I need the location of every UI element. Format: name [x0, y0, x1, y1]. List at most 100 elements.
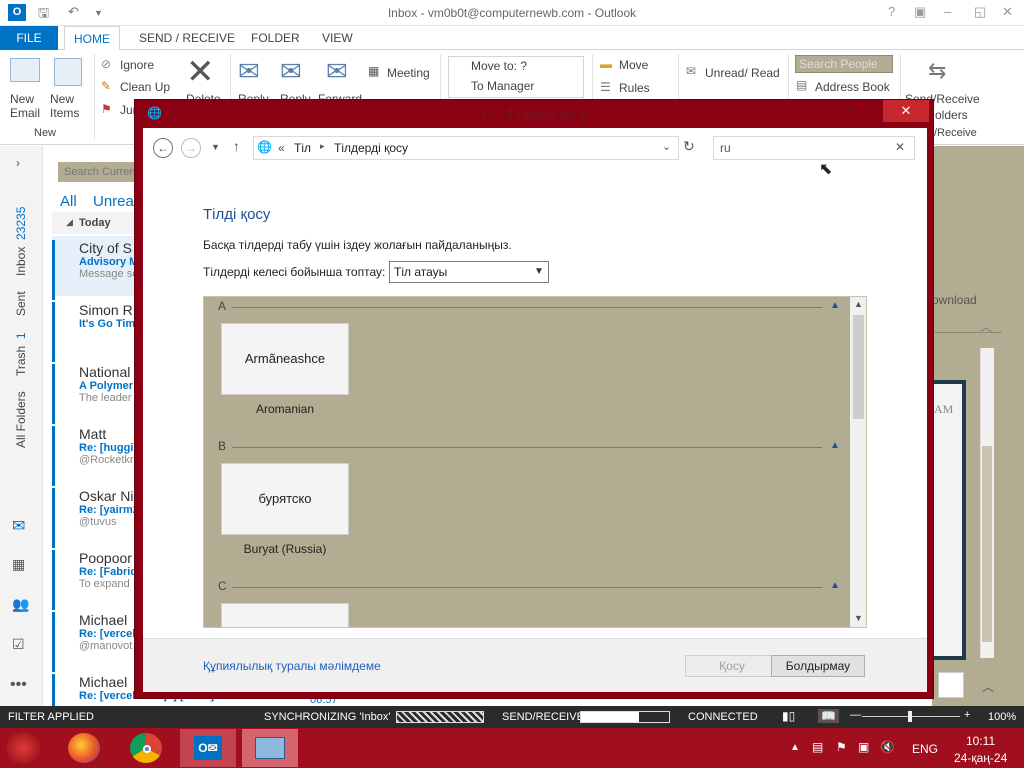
settings-task-button[interactable]	[242, 729, 298, 767]
zoom-slider-thumb[interactable]	[908, 711, 912, 722]
tab-send-receive[interactable]: SEND / RECEIVE	[130, 26, 244, 50]
collapse-group-icon[interactable]: ◢	[66, 217, 73, 228]
add-button[interactable]: Қосу	[685, 655, 779, 677]
dialog-body: ← → ▼ ↑ 🌐 « Тіл ▸ Тілдерді қосу ⌄ ↻ ru ✕…	[143, 128, 927, 692]
firefox-icon[interactable]	[68, 733, 100, 763]
reply-icon[interactable]: ✉	[238, 56, 260, 87]
up-button[interactable]: ↑	[233, 138, 240, 154]
back-button[interactable]: ←	[153, 138, 173, 158]
breadcrumb-item-add-languages[interactable]: Тілдерді қосу	[334, 141, 408, 155]
clean-up-button[interactable]: Clean Up	[120, 80, 170, 94]
outlook-titlebar: O 🖫 ↶ ▼ Inbox - vm0b0t@computernewb.com …	[0, 0, 1024, 26]
breadcrumb-item-language[interactable]: Тіл	[294, 141, 311, 155]
reading-view-icon[interactable]: 📖	[818, 709, 839, 723]
delete-icon[interactable]: ✕	[186, 52, 215, 92]
zoom-in-icon[interactable]: +	[964, 709, 970, 721]
zoom-out-icon[interactable]: —	[850, 709, 861, 721]
scroll-thumb[interactable]	[853, 315, 864, 419]
maximize-icon[interactable]: ◱	[974, 4, 986, 20]
send-receive-status: SEND/RECEIVE	[502, 711, 584, 723]
collapse-section-icon[interactable]: ▲	[830, 440, 840, 451]
nav-inbox[interactable]: Inbox 23235	[14, 196, 28, 276]
ignore-button[interactable]: Ignore	[120, 58, 154, 72]
start-button-icon[interactable]	[6, 732, 40, 764]
control-panel-icon	[255, 737, 285, 759]
collapse-section-icon[interactable]: ▲	[830, 300, 840, 311]
recent-locations-icon[interactable]: ▼	[211, 142, 220, 152]
language-list-scrollbar[interactable]: ▲ ▼	[850, 297, 866, 627]
tab-home[interactable]: HOME	[64, 26, 120, 51]
new-items-icon	[54, 58, 82, 86]
calendar-icon[interactable]: ▦	[12, 556, 25, 573]
tab-folder[interactable]: FOLDER	[242, 26, 309, 50]
outlook-task-button[interactable]: O✉	[180, 729, 236, 767]
reply-all-icon[interactable]: ✉	[280, 56, 302, 87]
expand-people-pane-icon[interactable]: ︿	[982, 678, 994, 695]
scroll-down-icon[interactable]: ▼	[854, 613, 863, 623]
meeting-button[interactable]: Meeting	[387, 66, 430, 80]
filter-all[interactable]: All	[60, 193, 77, 210]
forward-icon[interactable]: ✉	[326, 56, 348, 87]
send-receive-icon: ⇆	[928, 58, 947, 83]
dialog-close-button[interactable]: ✕	[883, 100, 929, 122]
cancel-button[interactable]: Болдырмау	[771, 655, 865, 677]
input-language[interactable]: ENG	[912, 742, 938, 756]
new-email-icon	[10, 58, 40, 82]
mail-icon[interactable]: ✉	[12, 516, 25, 536]
privacy-statement-link[interactable]: Құпиялылық туралы мәлімдеме	[203, 659, 381, 673]
expand-nav-icon[interactable]: ›	[16, 156, 20, 170]
tab-view[interactable]: VIEW	[313, 26, 362, 50]
rules-button[interactable]: Rules	[619, 81, 650, 95]
collapse-section-icon[interactable]: ▲	[830, 580, 840, 591]
scroll-up-icon[interactable]: ▲	[854, 299, 863, 309]
download-pictures-link[interactable]: ownload	[932, 293, 977, 307]
language-tile[interactable]: бурятско	[221, 463, 349, 535]
group-by-select[interactable]: Тіл атауы ▼	[389, 261, 549, 283]
network-icon[interactable]: ▤	[812, 740, 823, 754]
minimize-icon[interactable]: –	[944, 4, 951, 19]
close-icon[interactable]: ✕	[1002, 4, 1013, 20]
clear-search-icon[interactable]: ✕	[895, 140, 905, 154]
unread-read-button[interactable]: Unread/ Read	[705, 66, 780, 80]
clock-time[interactable]: 10:11	[966, 734, 995, 748]
group-today-label: Today	[79, 217, 111, 229]
dialog-minimize-icon[interactable]: –	[847, 102, 854, 117]
section-divider	[232, 587, 822, 588]
display-icon[interactable]: ▣	[858, 740, 869, 754]
ribbon-display-icon[interactable]: ▣	[914, 4, 926, 20]
volume-muted-icon[interactable]: 🔇	[880, 740, 895, 754]
breadcrumb-overflow[interactable]: «	[278, 141, 285, 155]
flag-icon[interactable]: ⚑	[836, 740, 847, 754]
language-tile[interactable]	[221, 603, 349, 627]
language-tile[interactable]: Armãneashce	[221, 323, 349, 395]
language-list: A ▲ Armãneashce Aromanian B ▲ бурятско B…	[203, 296, 867, 628]
nav-all-folders[interactable]: All Folders	[14, 388, 28, 448]
tasks-icon[interactable]: ☑	[12, 636, 25, 653]
section-divider	[232, 307, 822, 308]
nav-trash[interactable]: Trash 1	[14, 328, 28, 376]
search-people-input[interactable]: Search People	[795, 55, 893, 73]
refresh-icon[interactable]: ↻	[683, 138, 695, 155]
nav-sent[interactable]: Sent	[14, 286, 28, 316]
people-icon[interactable]: 👥	[12, 596, 29, 613]
quick-step-to-manager[interactable]: To Manager	[471, 79, 534, 93]
email-body-frame	[932, 380, 966, 660]
search-input[interactable]: ru	[713, 136, 915, 160]
reading-scroll-thumb[interactable]	[982, 446, 992, 642]
forward-button[interactable]: →	[181, 138, 201, 158]
new-items-button[interactable]: New Items	[50, 92, 90, 120]
clock-date[interactable]: 24-қаң-24	[954, 751, 1007, 765]
address-dropdown-icon[interactable]: ⌄	[662, 140, 671, 153]
tab-file[interactable]: FILE	[0, 26, 58, 50]
normal-view-icon[interactable]: ▮▯	[782, 709, 795, 723]
help-icon[interactable]: ?	[888, 4, 895, 19]
quick-step-move-to[interactable]: Move to: ?	[471, 59, 527, 73]
connection-status: CONNECTED	[688, 711, 758, 723]
page-title: Тілді қосу	[203, 206, 271, 223]
address-bar[interactable]: 🌐 « Тіл ▸ Тілдерді қосу ⌄	[253, 136, 679, 160]
new-email-button[interactable]: New Email	[10, 92, 44, 120]
address-book-button[interactable]: Address Book	[815, 80, 890, 94]
move-button[interactable]: Move	[619, 58, 648, 72]
more-icon[interactable]: •••	[10, 676, 27, 694]
tray-overflow-icon[interactable]: ▲	[790, 742, 800, 753]
